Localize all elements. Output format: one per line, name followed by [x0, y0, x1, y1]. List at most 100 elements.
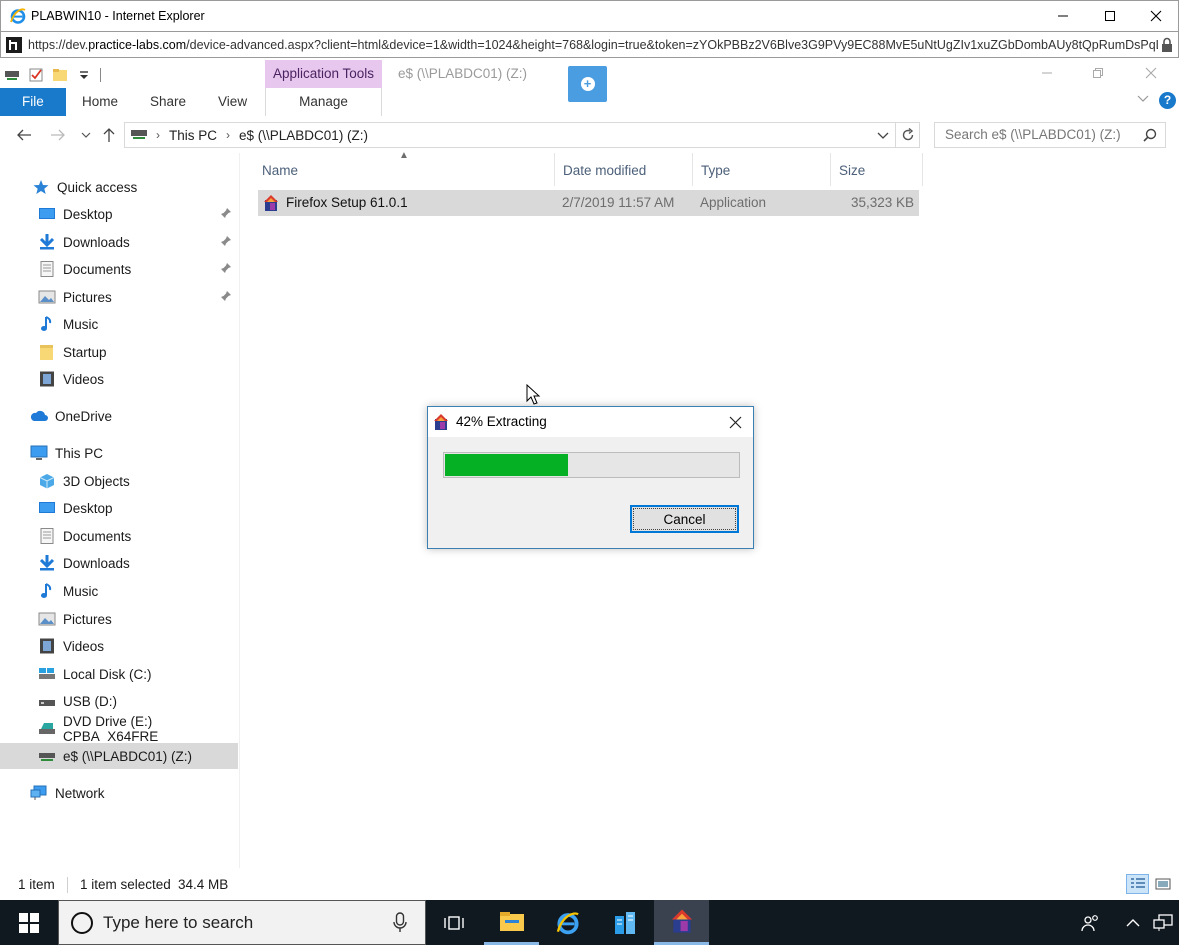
show-hidden-icons-button[interactable]	[1118, 900, 1148, 945]
browser-titlebar: PLABWIN10 - Internet Explorer	[0, 0, 1179, 31]
maximize-icon	[1105, 11, 1115, 21]
cloud-icon	[30, 410, 48, 421]
nav-pictures-pinned[interactable]: Pictures	[0, 284, 238, 310]
network-icon	[30, 785, 47, 800]
nav-3d-objects[interactable]: 3D Objects	[0, 468, 238, 494]
nav-startup[interactable]: Startup	[0, 339, 238, 365]
lock-icon[interactable]	[1160, 37, 1174, 53]
toolbar-divider	[100, 68, 101, 82]
back-button[interactable]	[14, 126, 34, 144]
download-arrow-icon	[39, 555, 55, 571]
people-button[interactable]	[1066, 900, 1116, 945]
nav-downloads[interactable]: Downloads	[0, 550, 238, 576]
taskbar-file-explorer[interactable]	[484, 900, 539, 945]
mouse-cursor-icon	[526, 384, 541, 405]
network-drive-icon	[39, 753, 55, 761]
start-button[interactable]	[0, 900, 58, 945]
nav-desktop[interactable]: Desktop	[0, 495, 238, 521]
nav-downloads-pinned[interactable]: Downloads	[0, 229, 238, 255]
network-status-button[interactable]	[1148, 900, 1178, 945]
taskbar-search-input[interactable]: Type here to search	[58, 900, 426, 945]
window-title: e$ (\\PLABDC01) (Z:)	[398, 66, 528, 81]
help-icon[interactable]: ?	[1159, 92, 1176, 109]
large-icons-view-icon	[1155, 878, 1170, 890]
nav-dvd-e[interactable]: DVD Drive (E:) CPBA_X64FRE_	[0, 714, 238, 744]
restore-icon	[1093, 68, 1103, 78]
explorer-minimize-button[interactable]	[1032, 64, 1062, 82]
nav-usb-d[interactable]: USB (D:)	[0, 688, 238, 714]
address-bar[interactable]: https://dev.practice-labs.com/device-adv…	[0, 31, 1179, 58]
remote-session-button[interactable]: +	[568, 66, 607, 102]
nav-videos-pc[interactable]: Videos	[0, 633, 238, 659]
close-button[interactable]	[1133, 1, 1179, 31]
taskbar-internet-explorer[interactable]	[540, 900, 595, 945]
installer-icon	[671, 909, 692, 933]
tab-file[interactable]: File	[0, 88, 66, 116]
tab-home[interactable]: Home	[66, 88, 134, 116]
nav-network-drive-z[interactable]: e$ (\\PLABDC01) (Z:)	[0, 743, 238, 769]
nav-documents[interactable]: Documents	[0, 523, 238, 549]
maximize-button[interactable]	[1087, 1, 1133, 31]
task-view-icon	[443, 915, 464, 930]
nav-music-pc[interactable]: Music	[0, 578, 238, 604]
tab-manage[interactable]: Manage	[265, 88, 382, 116]
chevron-down-icon[interactable]	[877, 131, 889, 140]
cancel-button[interactable]: Cancel	[630, 505, 739, 533]
music-note-icon	[41, 583, 52, 598]
properties-icon[interactable]	[28, 67, 44, 83]
breadcrumb-this-pc[interactable]: This PC	[169, 128, 217, 143]
cube-icon	[39, 474, 55, 489]
taskbar-installer[interactable]	[654, 900, 709, 945]
taskbar-search-placeholder: Type here to search	[103, 913, 254, 932]
tab-share[interactable]: Share	[134, 88, 202, 116]
tab-view[interactable]: View	[202, 88, 263, 116]
nav-music[interactable]: Music	[0, 311, 238, 337]
microphone-icon[interactable]	[393, 912, 407, 934]
task-view-button[interactable]	[426, 900, 481, 945]
nav-documents-pinned[interactable]: Documents	[0, 256, 238, 282]
internet-explorer-icon	[556, 911, 579, 934]
recent-locations-button[interactable]	[76, 126, 96, 144]
nav-pictures[interactable]: Pictures	[0, 606, 238, 632]
file-row[interactable]: Firefox Setup 61.0.1 2/7/2019 11:57 AM A…	[258, 190, 919, 216]
sort-ascending-icon: ▲	[399, 150, 409, 161]
explorer-restore-button[interactable]	[1083, 64, 1113, 82]
minimize-button[interactable]	[1040, 1, 1086, 31]
customize-toolbar-icon[interactable]	[76, 67, 92, 83]
column-header-type[interactable]: Type	[693, 153, 831, 186]
search-input[interactable]: Search e$ (\\PLABDC01) (Z:)	[934, 122, 1166, 148]
column-header-size[interactable]: Size	[831, 153, 923, 186]
network-drive-icon[interactable]	[4, 67, 20, 83]
desktop-icon	[39, 208, 55, 219]
pin-icon[interactable]	[220, 262, 232, 274]
nav-videos[interactable]: Videos	[0, 366, 238, 392]
nav-desktop-pinned[interactable]: Desktop	[0, 201, 238, 227]
nav-onedrive[interactable]: OneDrive	[0, 403, 238, 429]
pin-icon[interactable]	[220, 290, 232, 302]
status-item-count: 1 item	[18, 877, 55, 892]
column-header-date[interactable]: Date modified	[555, 153, 693, 186]
nav-local-disk-c[interactable]: Local Disk (C:)	[0, 661, 238, 687]
extract-progress-bar	[443, 452, 740, 478]
breadcrumb[interactable]: › This PC › e$ (\\PLABDC01) (Z:)	[124, 122, 896, 148]
status-selected-size: 34.4 MB	[178, 877, 229, 892]
pin-icon[interactable]	[220, 235, 232, 247]
explorer-close-button[interactable]	[1136, 64, 1166, 82]
dialog-close-button[interactable]	[717, 407, 753, 437]
chevron-down-icon[interactable]	[1137, 94, 1149, 104]
up-button[interactable]	[99, 126, 119, 144]
navigation-bar: › This PC › e$ (\\PLABDC01) (Z:) Search …	[0, 117, 1179, 153]
network-drive-icon	[131, 130, 147, 139]
new-folder-icon[interactable]	[52, 67, 68, 83]
nav-quick-access[interactable]: Quick access	[0, 174, 238, 200]
nav-this-pc[interactable]: This PC	[0, 440, 238, 466]
large-icons-view-button[interactable]	[1151, 874, 1174, 894]
nav-network[interactable]: Network	[0, 780, 238, 806]
refresh-button[interactable]	[896, 122, 920, 148]
taskbar-server-manager[interactable]	[597, 900, 652, 945]
details-view-button[interactable]	[1126, 874, 1149, 894]
breadcrumb-current[interactable]: e$ (\\PLABDC01) (Z:)	[239, 128, 368, 143]
address-url[interactable]: https://dev.practice-labs.com/device-adv…	[28, 38, 1158, 52]
pin-icon[interactable]	[220, 207, 232, 219]
forward-button[interactable]	[48, 126, 68, 144]
